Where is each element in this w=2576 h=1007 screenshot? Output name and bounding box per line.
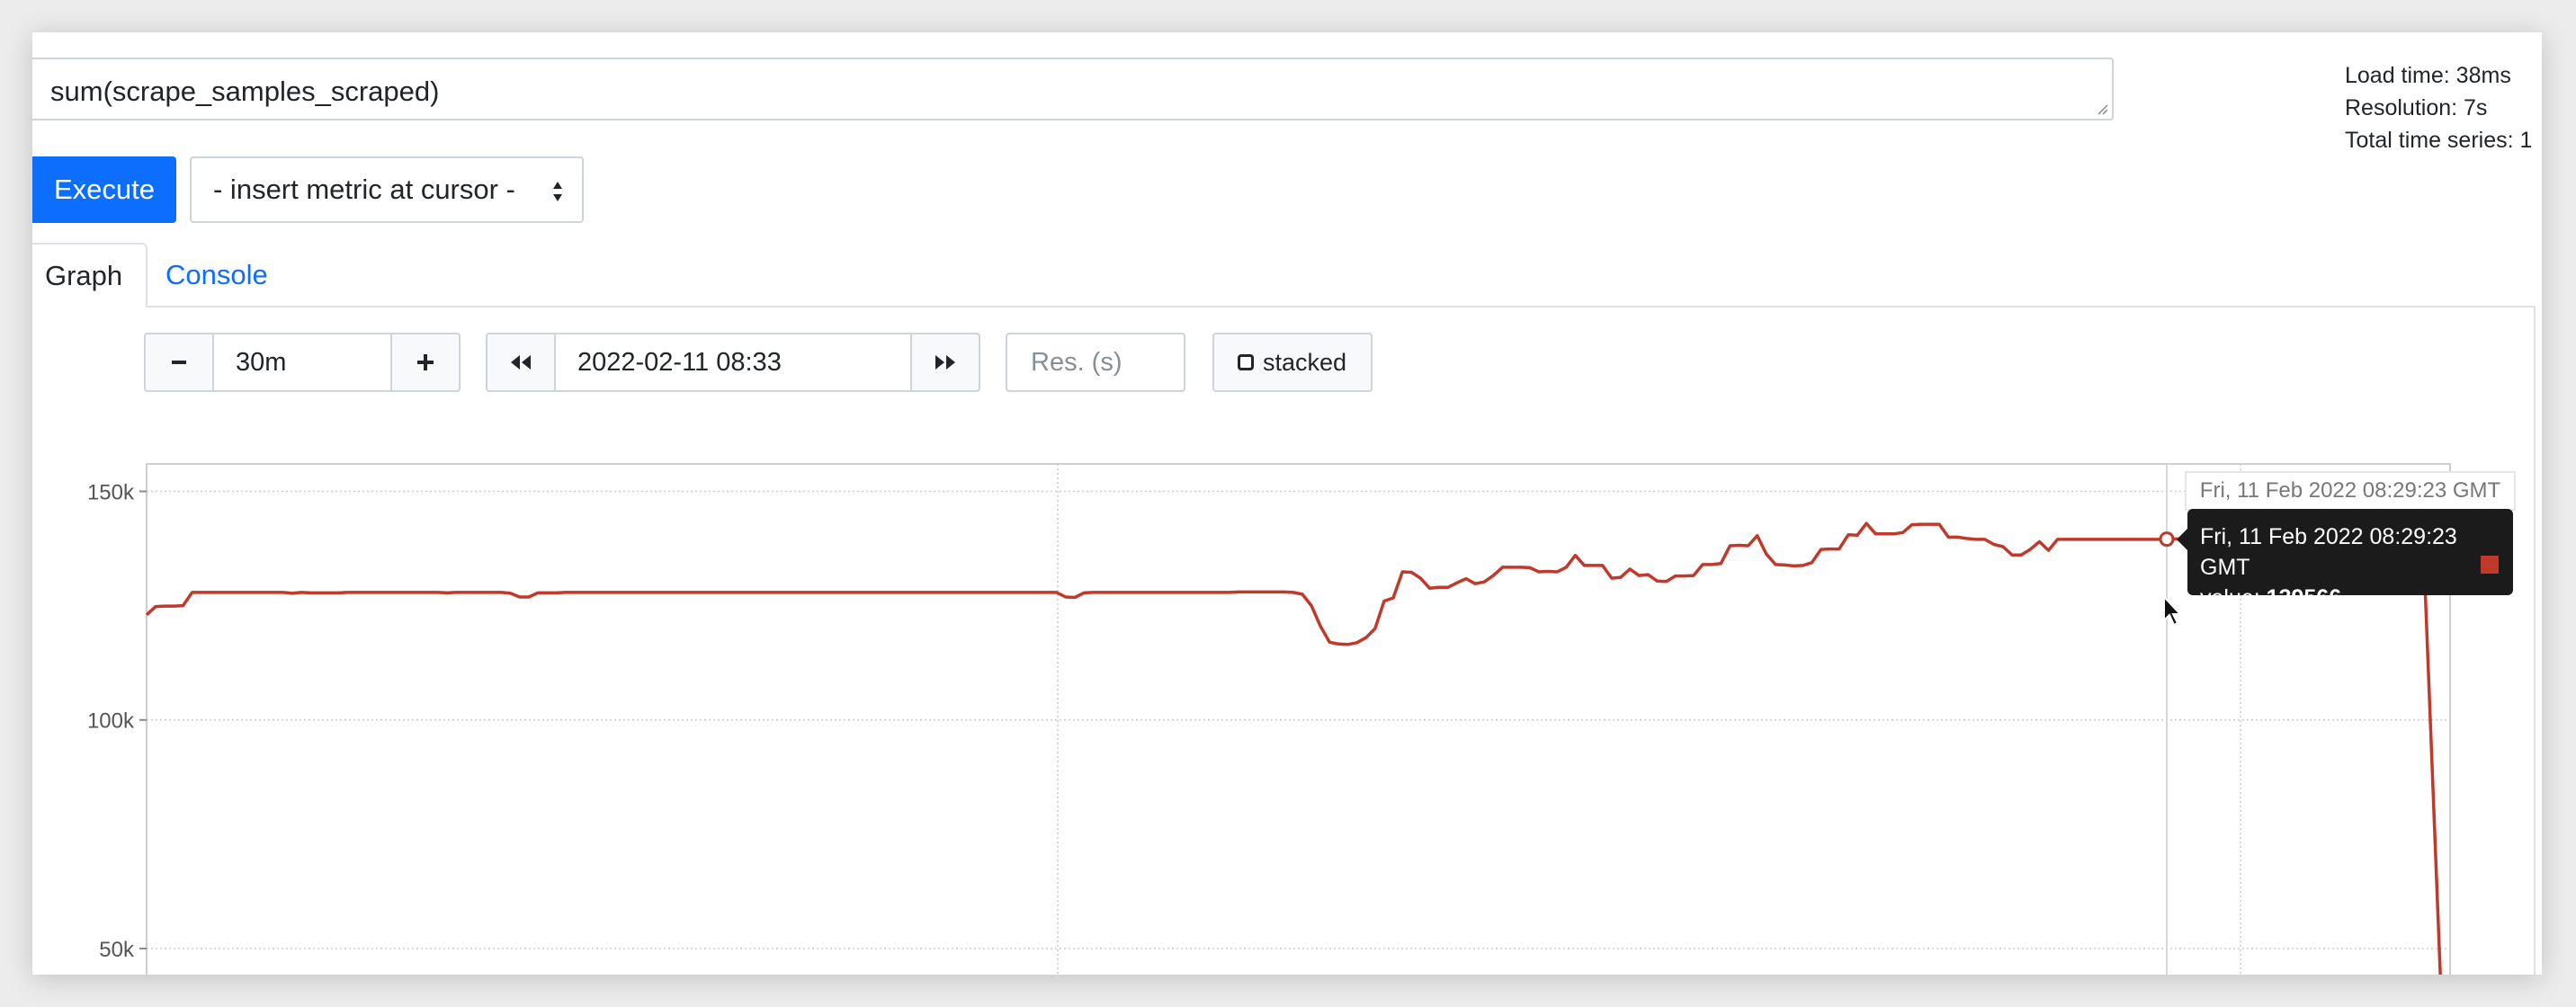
end-time-value: 2022-02-11 08:33 [577, 347, 782, 377]
expression-input-wrapper [32, 58, 2114, 120]
resolution-stat: Resolution: 7s [2345, 95, 2488, 120]
hover-time-text: Fri, 11 Feb 2022 08:29:23 GMT [2199, 478, 2501, 503]
query-stats: Load time: 38ms Resolution: 7s Total tim… [2345, 59, 2532, 156]
stacked-label: stacked [1263, 348, 1347, 376]
double-chevron-right-icon [935, 355, 955, 370]
time-forward-button[interactable] [910, 333, 980, 392]
y-tick-label: 50k [99, 938, 135, 962]
y-tick-label: 100k [87, 709, 135, 734]
range-decrease-button[interactable] [144, 333, 214, 392]
range-increase-button[interactable] [390, 333, 461, 392]
range-value: 30m [236, 347, 287, 377]
graph-chart[interactable]: 150k 100k 50k [32, 428, 2542, 975]
y-tick-label: 150k [87, 481, 135, 505]
panel-tabs: Graph Console [32, 243, 2542, 307]
resolution-placeholder: Res. (s) [1031, 347, 1123, 377]
tab-console-label: Console [165, 259, 268, 290]
series-color-swatch [2481, 556, 2499, 574]
hover-point [2159, 531, 2175, 548]
resize-grip-icon[interactable] [2094, 101, 2108, 115]
range-input[interactable]: 30m [214, 333, 392, 392]
hover-time-label: Fri, 11 Feb 2022 08:29:23 GMT [2185, 471, 2516, 511]
execute-button[interactable]: Execute [32, 156, 176, 223]
expression-input[interactable] [32, 59, 2112, 119]
resolution-input[interactable]: Res. (s) [1006, 333, 1185, 392]
metric-select[interactable]: - insert metric at cursor - [190, 156, 584, 223]
graph-tooltip: Fri, 11 Feb 2022 08:29:23 GMT value: 139… [2177, 509, 2513, 610]
tooltip-value-prefix: value: [2200, 585, 2260, 610]
select-arrows-icon [553, 182, 562, 201]
metric-select-value: - insert metric at cursor - [213, 174, 515, 205]
mouse-pointer-icon [2163, 595, 2183, 627]
plus-icon [417, 354, 434, 370]
minus-icon [172, 361, 186, 364]
end-time-input[interactable]: 2022-02-11 08:33 [556, 333, 912, 392]
total-series-stat: Total time series: 1 [2345, 128, 2533, 153]
tab-graph[interactable]: Graph [32, 243, 148, 307]
stacked-toggle-button[interactable]: stacked [1212, 333, 1373, 392]
time-back-button[interactable] [486, 333, 556, 392]
tooltip-value: 139566 [2266, 585, 2342, 610]
tooltip-time: Fri, 11 Feb 2022 08:29:23 GMT [2200, 524, 2457, 580]
tab-console[interactable]: Console [165, 243, 268, 307]
load-time: Load time: 38ms [2345, 63, 2511, 88]
tab-graph-label: Graph [45, 260, 123, 291]
series-line [145, 521, 2442, 975]
double-chevron-left-icon [511, 355, 531, 370]
checkbox-icon [1238, 354, 1254, 370]
tooltip-value-line: value: 139566 [2200, 583, 2500, 613]
prometheus-window: Load time: 38ms Resolution: 7s Total tim… [32, 32, 2542, 975]
